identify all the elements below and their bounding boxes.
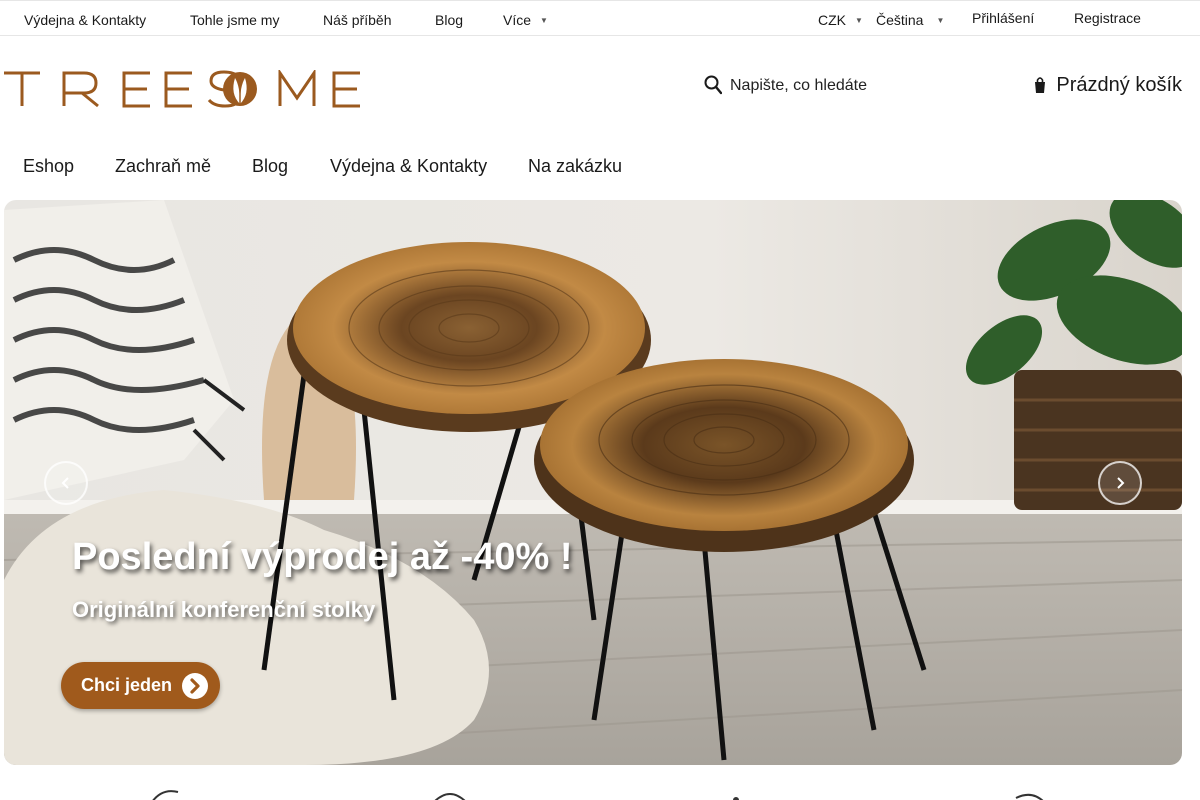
more-menu-label: Více [503, 12, 532, 28]
currency-label: CZK [818, 12, 846, 28]
caret-down-icon: ▼ [936, 16, 945, 25]
cart-label: Prázdný košík [1056, 73, 1182, 96]
cart-icon [1035, 77, 1046, 93]
top-link-blog[interactable]: Blog [435, 12, 463, 28]
logo[interactable] [4, 68, 364, 108]
feature-icon-1 [152, 790, 179, 800]
hero-title: Poslední výprodej až -40% ! [72, 536, 573, 578]
top-utility-bar: Výdejna & Kontakty Tohle jsme my Náš pří… [0, 0, 1200, 36]
currency-selector[interactable]: CZK ▼ [818, 12, 863, 28]
search-icon[interactable] [704, 75, 722, 95]
chevron-right-icon [1117, 477, 1125, 489]
nav-item-save-me[interactable]: Zachraň mě [115, 156, 211, 177]
nav-item-custom-made[interactable]: Na zakázku [528, 156, 622, 177]
login-link[interactable]: Přihlášení [972, 10, 1034, 26]
hero-cta-label: Chci jeden [81, 675, 173, 695]
nav-item-pickup-contacts[interactable]: Výdejna & Kontakty [330, 156, 487, 177]
caret-down-icon: ▼ [540, 16, 548, 25]
language-label: Čeština [876, 12, 924, 28]
feature-icon-3 [733, 797, 739, 800]
nav-item-eshop[interactable]: Eshop [23, 156, 74, 177]
top-link-pickup-contacts[interactable]: Výdejna & Kontakty [24, 12, 146, 28]
caret-down-icon: ▼ [855, 16, 863, 25]
chevron-left-icon [61, 477, 69, 489]
search-input[interactable] [730, 73, 950, 99]
feature-icon-2 [434, 793, 466, 800]
hero-next-button[interactable] [1098, 461, 1142, 505]
feature-icon-4 [1015, 793, 1044, 800]
top-link-about-us[interactable]: Tohle jsme my [190, 12, 279, 28]
top-link-our-story[interactable]: Náš příběh [323, 12, 391, 28]
search-bar [700, 70, 960, 102]
more-menu[interactable]: Více ▼ [503, 12, 548, 28]
nav-item-blog[interactable]: Blog [252, 156, 288, 177]
register-link[interactable]: Registrace [1074, 10, 1141, 26]
logo-wordmark [4, 68, 360, 108]
hero-subtitle: Originální konferenční stolky [72, 597, 376, 622]
language-selector[interactable]: Čeština ▼ [876, 12, 944, 28]
hero-cta-button[interactable]: Chci jeden [61, 662, 221, 709]
hero-prev-button[interactable] [44, 461, 88, 505]
cart-button[interactable]: Prázdný košík [1034, 72, 1182, 98]
hero-banner: Poslední výprodej až -40% ! Originální k… [4, 200, 1182, 765]
chevron-circle-right-icon [182, 672, 209, 699]
